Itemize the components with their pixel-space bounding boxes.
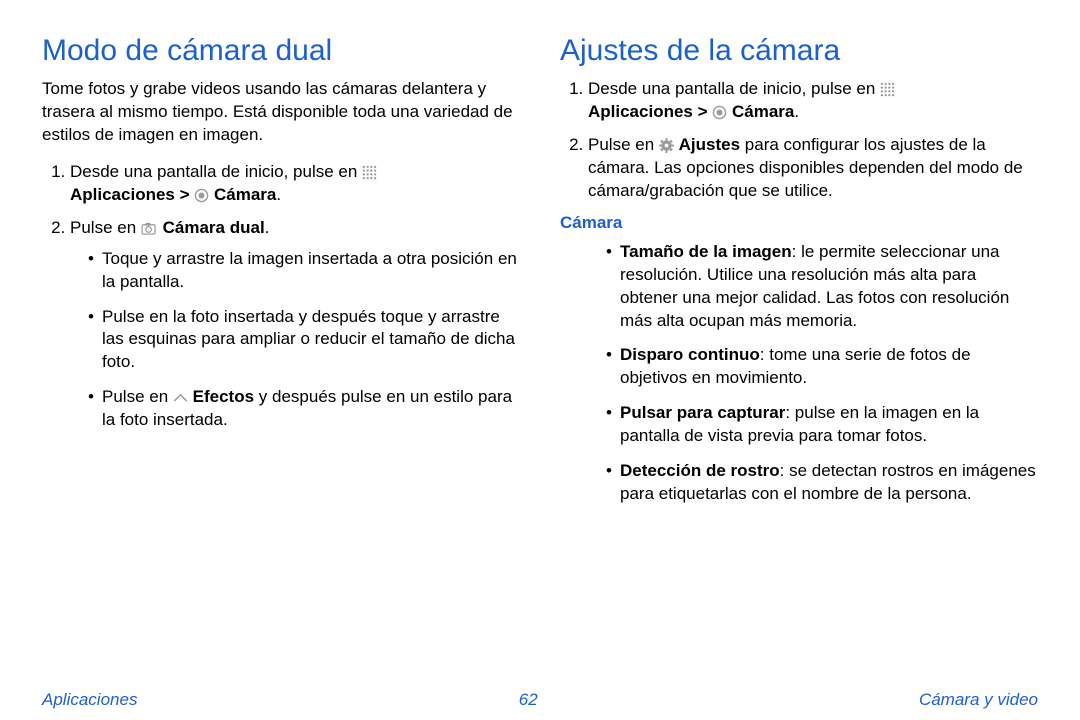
intro-text: Tome fotos y grabe videos usando las cám… (42, 78, 520, 147)
step-1: Desde una pantalla de inicio, pulse en A… (588, 78, 1038, 124)
text: Desde una pantalla de inicio, pulse en (70, 162, 362, 181)
text: Pulse en (102, 387, 173, 406)
apps-label: Aplicaciones > (588, 102, 712, 121)
footer-page-number: 62 (519, 690, 538, 710)
setting-name: Tamaño de la imagen (620, 242, 792, 261)
heading-camera-settings: Ajustes de la cámara (560, 34, 1038, 68)
bullet: Pulse en la foto insertada y después toq… (88, 306, 520, 375)
right-column: Ajustes de la cámara Desde una pantalla … (560, 34, 1038, 518)
text: . (265, 218, 270, 237)
step-2: Pulse en Ajustes para configurar los aju… (588, 134, 1038, 203)
camera-label: Cámara (732, 102, 794, 121)
text: . (276, 185, 281, 204)
apps-grid-icon (362, 165, 377, 180)
setting-item: Pulsar para capturar: pulse en la imagen… (606, 402, 1038, 448)
bullet: Pulse en Efectos y después pulse en un e… (88, 386, 520, 432)
step-2: Pulse en Cámara dual. Toque y arrastre l… (70, 217, 520, 433)
apps-grid-icon (880, 82, 895, 97)
text: . (794, 102, 799, 121)
setting-item: Tamaño de la imagen: le permite seleccio… (606, 241, 1038, 333)
page-footer: Aplicaciones 62 Cámara y video (0, 690, 1080, 710)
apps-label: Aplicaciones > (70, 185, 194, 204)
chevron-up-icon (173, 393, 188, 402)
setting-name: Disparo continuo (620, 345, 760, 364)
text: Pulse en (588, 135, 659, 154)
effects-label: Efectos (193, 387, 254, 406)
left-column: Modo de cámara dual Tome fotos y grabe v… (42, 34, 520, 518)
gear-icon (659, 138, 674, 153)
text: Desde una pantalla de inicio, pulse en (588, 79, 880, 98)
settings-label: Ajustes (679, 135, 740, 154)
footer-left: Aplicaciones (42, 690, 137, 710)
setting-name: Detección de rostro (620, 461, 780, 480)
camera-lens-icon (194, 188, 209, 203)
dual-camera-icon (141, 222, 158, 235)
footer-right: Cámara y video (919, 690, 1038, 710)
setting-item: Disparo continuo: tome una serie de foto… (606, 344, 1038, 390)
dual-camera-label: Cámara dual (163, 218, 265, 237)
heading-dual-camera: Modo de cámara dual (42, 34, 520, 68)
section-camera: Cámara (560, 213, 1038, 233)
camera-lens-icon (712, 105, 727, 120)
step-1: Desde una pantalla de inicio, pulse en A… (70, 161, 520, 207)
camera-label: Cámara (214, 185, 276, 204)
bullet: Toque y arrastre la imagen insertada a o… (88, 248, 520, 294)
text: Pulse en (70, 218, 141, 237)
setting-name: Pulsar para capturar (620, 403, 785, 422)
setting-item: Detección de rostro: se detectan rostros… (606, 460, 1038, 506)
